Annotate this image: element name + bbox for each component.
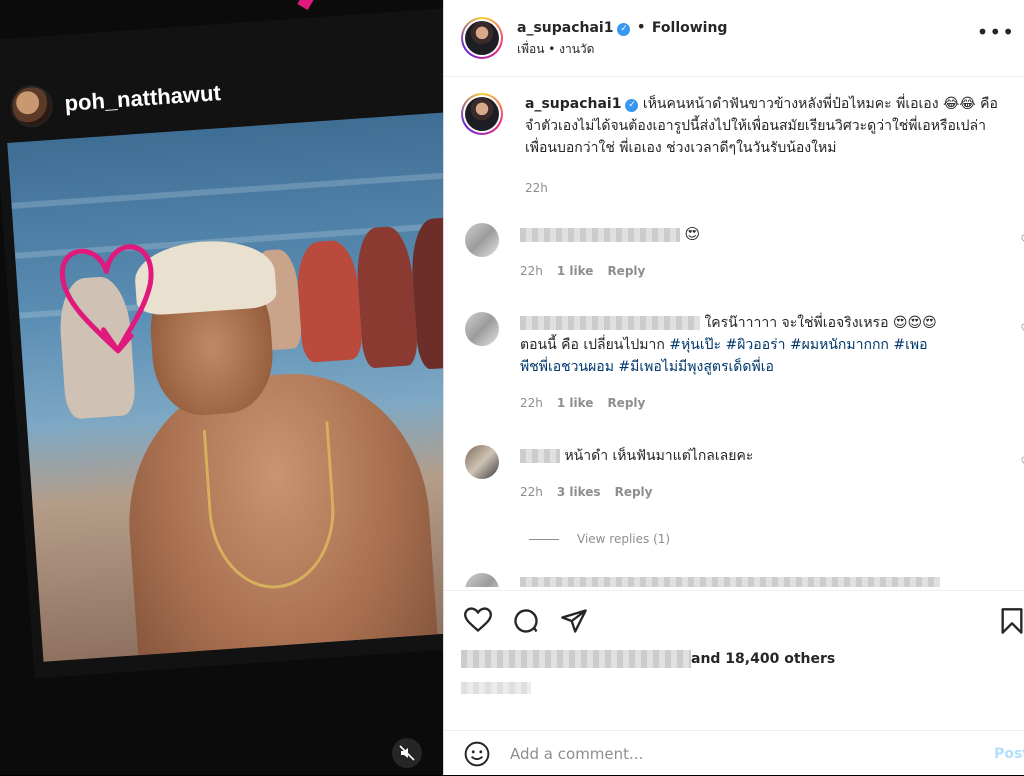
hashtag-link[interactable]: พีชพี่เอชวนผอม xyxy=(520,359,614,375)
mute-button[interactable] xyxy=(392,738,422,768)
blurred-username xyxy=(520,316,700,330)
more-options-icon[interactable]: ••• xyxy=(977,20,1015,44)
author-info: a_supachai1 ✓ • Following เพื่อน • งานวัด xyxy=(517,17,727,59)
separator-dot: • xyxy=(636,17,646,36)
pink-stroke-decoration xyxy=(297,0,315,11)
comment-composer: Post xyxy=(444,730,1024,776)
replies-line xyxy=(529,538,559,540)
add-comment-input[interactable] xyxy=(508,743,972,764)
blurred-liker-names xyxy=(461,650,691,668)
post-side-panel: a_supachai1 ✓ • Following เพื่อน • งานวัด •… xyxy=(443,0,1024,775)
hashtag-link[interactable]: #เพอ xyxy=(893,337,927,353)
background-person xyxy=(354,225,419,369)
verified-badge-icon: ✓ xyxy=(617,23,631,36)
speaker-muted-icon xyxy=(399,745,415,761)
commenter-avatar[interactable] xyxy=(465,312,499,346)
hashtag-link[interactable]: #ผมหนักมากกก xyxy=(790,337,889,353)
post-header: a_supachai1 ✓ • Following เพื่อน • งานวัด •… xyxy=(444,0,1024,77)
comment-row: 😍 22h 1 like Reply ♡ xyxy=(461,223,1024,282)
comment-row: หน้าดำ เห็นฟันมาแต่ไกลเลยคะ 22h 3 likes Re… xyxy=(461,445,1024,503)
save-bookmark-icon[interactable] xyxy=(1000,607,1024,635)
like-comment-heart-icon[interactable]: ♡ xyxy=(1020,233,1024,249)
media-viewer[interactable]: poh_natthawut xyxy=(0,0,443,775)
reply-button[interactable]: Reply xyxy=(607,264,645,278)
likes-summary[interactable]: and 18,400 others xyxy=(461,650,1021,710)
hashtag-link[interactable]: #หุ่นเป๊ะ xyxy=(669,337,721,353)
comments-list[interactable]: a_supachai1 ✓ เห็นคนหน้าดำฟันขาวข้างหลังพ… xyxy=(444,77,1024,587)
comment-text-continued: ตอนนี้ คือ เปลี่ยนไปมาก xyxy=(520,337,670,353)
view-replies-label: View replies (1) xyxy=(577,532,671,546)
background-person xyxy=(294,239,364,363)
beach-photo xyxy=(7,110,443,662)
reply-button[interactable]: Reply xyxy=(607,396,645,410)
sea-wave xyxy=(11,170,443,209)
hashtag-link[interactable]: #ผิวออร่า xyxy=(725,337,785,353)
reply-button[interactable]: Reply xyxy=(615,485,653,499)
like-comment-heart-icon[interactable]: ♡ xyxy=(1020,322,1024,338)
like-heart-icon[interactable] xyxy=(464,607,492,633)
caption-author-username[interactable]: a_supachai1 xyxy=(525,96,621,112)
comment-row: ใครน๊าาาาา จะใช่พี่เอจริงเหรอ 😍😍😍 ตอนนี้… xyxy=(461,312,1024,414)
shared-post-image: poh_natthawut xyxy=(0,5,443,679)
comment-text: หน้าดำ เห็นฟันมาแต่ไกลเลยคะ xyxy=(564,448,754,464)
comment-bubble-icon[interactable] xyxy=(512,607,540,635)
blurred-comment xyxy=(520,577,940,587)
commenter-avatar[interactable] xyxy=(465,223,499,257)
post-location[interactable]: เพื่อน • งานวัด xyxy=(517,40,727,59)
like-comment-heart-icon[interactable]: ♡ xyxy=(1020,455,1024,471)
comment-text: ใครน๊าาาาา จะใช่พี่เอจริงเหรอ 😍😍😍 xyxy=(704,315,937,331)
caption-row: a_supachai1 ✓ เห็นคนหน้าดำฟันขาวข้างหลังพ… xyxy=(461,93,1024,199)
share-paper-plane-icon[interactable] xyxy=(560,607,588,635)
comment-time: 22h xyxy=(520,485,543,499)
post-comment-button[interactable]: Post xyxy=(994,746,1024,762)
view-replies-button[interactable]: View replies (1) xyxy=(529,532,670,546)
caption-time: 22h xyxy=(525,181,548,195)
commenter-avatar[interactable] xyxy=(465,445,499,479)
blurred-username xyxy=(520,449,560,463)
caption-author-avatar[interactable] xyxy=(461,93,503,135)
shared-post-username: poh_natthawut xyxy=(63,80,222,116)
verified-badge-icon: ✓ xyxy=(625,99,639,112)
emoji-icon[interactable] xyxy=(464,741,490,767)
comment-likes[interactable]: 1 like xyxy=(557,264,594,278)
comment-time: 22h xyxy=(520,264,543,278)
comment-time: 22h xyxy=(520,396,543,410)
comment-row-partial xyxy=(461,573,1024,587)
comment-likes[interactable]: 3 likes xyxy=(557,485,601,499)
heart-doodle-icon xyxy=(59,244,154,354)
comment-text: 😍 xyxy=(684,225,701,243)
post-actions xyxy=(444,590,1024,651)
hashtag-link[interactable]: #มีเพอไม่มีพุงสูตรเด็ดพี่เอ xyxy=(618,359,774,375)
blurred-username xyxy=(520,228,680,242)
comment-likes[interactable]: 1 like xyxy=(557,396,594,410)
following-button[interactable]: Following xyxy=(652,20,728,36)
commenter-avatar[interactable] xyxy=(465,573,499,587)
shared-post-avatar xyxy=(9,83,55,129)
likes-count-text: and 18,400 others xyxy=(691,651,836,667)
blurred-timestamp xyxy=(461,682,531,694)
author-avatar[interactable] xyxy=(461,17,503,59)
author-username[interactable]: a_supachai1 xyxy=(517,20,613,36)
